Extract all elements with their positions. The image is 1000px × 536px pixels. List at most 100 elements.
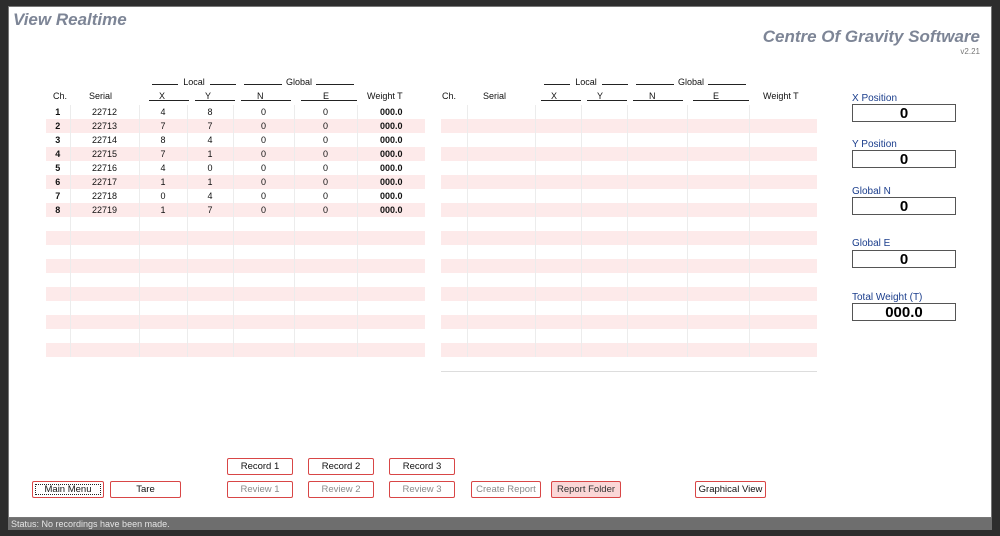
table-cell (46, 343, 71, 357)
table-cell (294, 273, 358, 287)
table-row (46, 217, 425, 231)
table-cell: 2 (46, 119, 71, 133)
table-cell (687, 217, 750, 231)
table-cell (70, 315, 140, 329)
table-cell (581, 259, 628, 273)
table-cell (581, 119, 628, 133)
table-cell: 22719 (70, 203, 140, 217)
table-cell (441, 287, 468, 301)
table-cell (70, 343, 140, 357)
table-cell: 22713 (70, 119, 140, 133)
table-row (46, 343, 425, 357)
report-folder-button[interactable]: Report Folder (551, 481, 621, 498)
global-group-header-right: Global (633, 77, 749, 87)
table-cell (46, 231, 71, 245)
table-cell (749, 189, 817, 203)
table-cell (357, 315, 425, 329)
table-cell: 0 (233, 119, 295, 133)
table-cell (139, 259, 188, 273)
review-3-button[interactable]: Review 3 (389, 481, 455, 498)
table-cell: 0 (233, 189, 295, 203)
table-cell (749, 175, 817, 189)
table-cell (627, 259, 688, 273)
table-cell (46, 301, 71, 315)
table-row (441, 133, 817, 147)
table-cell: 22712 (70, 105, 140, 119)
table-cell: 0 (233, 175, 295, 189)
table-cell (535, 259, 582, 273)
table-cell (46, 329, 71, 343)
table-cell (687, 189, 750, 203)
table-cell (46, 217, 71, 231)
table-cell (749, 105, 817, 119)
table-cell (187, 273, 234, 287)
header-underline (149, 100, 189, 101)
table-cell (749, 231, 817, 245)
table-row: 3 22714 8 4 0 0 000.0 (46, 133, 425, 147)
table-cell (294, 245, 358, 259)
table-cell (535, 301, 582, 315)
table-cell: 7 (187, 119, 234, 133)
table-cell (233, 287, 295, 301)
table-cell (357, 301, 425, 315)
create-report-button[interactable]: Create Report (471, 481, 541, 498)
header-underline (301, 100, 357, 101)
tare-button[interactable]: Tare (110, 481, 181, 498)
table-cell (749, 217, 817, 231)
table-row: 7 22718 0 4 0 0 000.0 (46, 189, 425, 203)
table-cell: 1 (139, 175, 188, 189)
table-cell (627, 175, 688, 189)
review-2-button[interactable]: Review 2 (308, 481, 374, 498)
table-cell (467, 301, 536, 315)
channel-table-left: 1 22712 4 8 0 0 000.0 2 22713 7 7 0 0 000.0 3 22714 8 4 0 0… (46, 105, 425, 357)
table-cell (627, 119, 688, 133)
table-cell (441, 133, 468, 147)
table-cell (581, 189, 628, 203)
table-row (441, 245, 817, 259)
table-cell (581, 231, 628, 245)
review-1-button[interactable]: Review 1 (227, 481, 293, 498)
table-cell (139, 287, 188, 301)
table-cell (627, 273, 688, 287)
table-cell (357, 231, 425, 245)
table-cell (357, 287, 425, 301)
table-cell (187, 343, 234, 357)
table-cell (233, 259, 295, 273)
table-cell (627, 315, 688, 329)
window-title: View Realtime (13, 10, 127, 29)
main-menu-button[interactable]: Main Menu (32, 481, 104, 498)
table-cell (687, 329, 750, 343)
table-cell (581, 329, 628, 343)
table-cell (187, 259, 234, 273)
table-cell (139, 273, 188, 287)
table-cell (70, 329, 140, 343)
table-cell (467, 203, 536, 217)
table-row: 5 22716 4 0 0 0 000.0 (46, 161, 425, 175)
table-cell (627, 301, 688, 315)
global-e-label: Global E (852, 238, 891, 249)
table-cell (233, 231, 295, 245)
table-cell: 22714 (70, 133, 140, 147)
table-cell (70, 301, 140, 315)
table-cell (687, 273, 750, 287)
table-row (46, 287, 425, 301)
table-cell: 4 (46, 147, 71, 161)
table-row: 4 22715 7 1 0 0 000.0 (46, 147, 425, 161)
table-cell (687, 119, 750, 133)
table-row (46, 245, 425, 259)
local-group-header-right: Local (541, 77, 631, 87)
table-cell (627, 217, 688, 231)
table-row (441, 175, 817, 189)
table-cell (581, 175, 628, 189)
record-1-button[interactable]: Record 1 (227, 458, 293, 475)
record-2-button[interactable]: Record 2 (308, 458, 374, 475)
record-3-button[interactable]: Record 3 (389, 458, 455, 475)
table-cell (627, 189, 688, 203)
table-cell (581, 217, 628, 231)
table-cell: 0 (294, 133, 358, 147)
table-cell (627, 245, 688, 259)
global-n-value: 0 (852, 197, 956, 215)
table-cell (233, 273, 295, 287)
graphical-view-button[interactable]: Graphical View (695, 481, 766, 498)
y-position-label: Y Position (852, 139, 897, 150)
